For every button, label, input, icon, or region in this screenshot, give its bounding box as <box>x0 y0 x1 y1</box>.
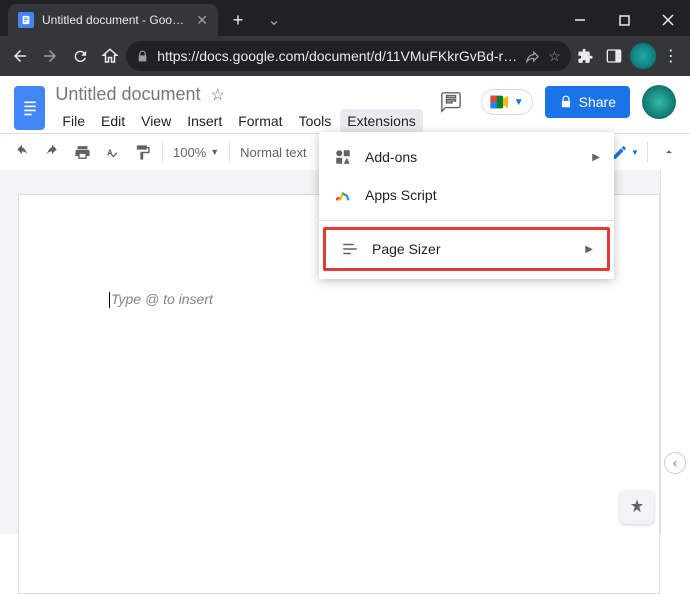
menu-item-label: Add-ons <box>365 149 417 165</box>
chrome-menu-icon[interactable]: ⋮ <box>658 41 684 71</box>
redo-button[interactable] <box>38 138 66 166</box>
lock-icon <box>559 95 573 109</box>
menu-extensions[interactable]: Extensions <box>340 109 422 133</box>
zoom-select[interactable]: 100% ▼ <box>169 145 223 160</box>
side-panel-expand-button[interactable]: ‹ <box>664 452 686 474</box>
window-maximize-button[interactable] <box>602 4 646 36</box>
side-panel-icon[interactable] <box>601 41 627 71</box>
spellcheck-button[interactable] <box>98 138 126 166</box>
addons-icon <box>333 147 353 167</box>
explore-button[interactable] <box>620 490 654 524</box>
home-button[interactable] <box>96 40 124 72</box>
window-close-button[interactable] <box>646 4 690 36</box>
menu-item-apps-script[interactable]: Apps Script <box>319 176 614 214</box>
back-button[interactable] <box>6 40 34 72</box>
new-tab-button[interactable]: + <box>224 6 252 34</box>
tab-title: Untitled document - Google Doc <box>42 13 188 27</box>
annotation-highlight: Page Sizer ▶ <box>323 227 610 271</box>
zoom-value: 100% <box>173 145 206 160</box>
menu-format[interactable]: Format <box>231 109 289 133</box>
browser-tab[interactable]: Untitled document - Google Doc ✕ <box>8 4 218 36</box>
bookmark-icon[interactable]: ☆ <box>548 48 561 65</box>
apps-script-icon <box>333 185 353 205</box>
docs-logo[interactable] <box>14 86 45 130</box>
menubar: File Edit View Insert Format Tools Exten… <box>55 109 422 133</box>
paint-format-button[interactable] <box>128 138 156 166</box>
menu-view[interactable]: View <box>134 109 178 133</box>
editing-mode-button[interactable]: ▼ <box>611 138 639 166</box>
profile-badge[interactable] <box>629 41 655 71</box>
page-sizer-icon <box>340 239 360 259</box>
style-value: Normal text <box>240 145 306 160</box>
print-button[interactable] <box>68 138 96 166</box>
placeholder-text: Type @ to insert <box>111 291 213 307</box>
meet-icon <box>490 94 510 110</box>
docs-header: Untitled document ☆ File Edit View Inser… <box>0 76 690 133</box>
extensions-menu: Add-ons ▶ Apps Script Page Sizer ▶ <box>319 132 614 279</box>
share-button[interactable]: Share <box>545 86 630 118</box>
menu-separator <box>319 220 614 221</box>
menu-insert[interactable]: Insert <box>180 109 229 133</box>
reload-button[interactable] <box>66 40 94 72</box>
forward-button <box>36 40 64 72</box>
comments-history-icon[interactable] <box>433 84 469 120</box>
tab-close-icon[interactable]: ✕ <box>196 12 208 29</box>
account-avatar[interactable] <box>642 85 676 119</box>
submenu-arrow-icon: ▶ <box>585 244 593 255</box>
docs-favicon <box>18 12 34 28</box>
menu-item-label: Page Sizer <box>372 241 440 257</box>
meet-button[interactable]: ▼ <box>481 89 533 115</box>
menu-tools[interactable]: Tools <box>292 109 339 133</box>
omnibox[interactable]: https://docs.google.com/document/d/11VMu… <box>126 41 571 71</box>
menu-edit[interactable]: Edit <box>94 109 132 133</box>
url-text: https://docs.google.com/document/d/11VMu… <box>157 48 517 64</box>
chevron-down-icon: ▼ <box>631 148 639 157</box>
menu-item-addons[interactable]: Add-ons ▶ <box>319 138 614 176</box>
hide-menus-button[interactable] <box>656 139 682 165</box>
extensions-puzzle-icon[interactable] <box>573 41 599 71</box>
submenu-arrow-icon: ▶ <box>592 152 600 163</box>
browser-address-bar: https://docs.google.com/document/d/11VMu… <box>0 36 690 76</box>
window-minimize-button[interactable] <box>558 4 602 36</box>
document-title[interactable]: Untitled document <box>55 84 200 105</box>
meet-chevron-icon: ▼ <box>514 97 524 108</box>
lock-icon <box>136 50 149 63</box>
tab-overflow-icon[interactable]: ⌄ <box>252 4 296 36</box>
share-url-icon[interactable] <box>525 49 540 64</box>
menu-file[interactable]: File <box>55 109 92 133</box>
chevron-down-icon: ▼ <box>210 147 219 157</box>
side-panel <box>660 170 690 534</box>
menu-item-label: Apps Script <box>365 187 437 203</box>
browser-titlebar: Untitled document - Google Doc ✕ + ⌄ <box>0 0 690 36</box>
text-cursor <box>109 292 110 308</box>
undo-button[interactable] <box>8 138 36 166</box>
menu-item-page-sizer[interactable]: Page Sizer ▶ <box>326 230 607 268</box>
star-icon[interactable]: ☆ <box>211 85 225 105</box>
share-label: Share <box>579 94 616 110</box>
